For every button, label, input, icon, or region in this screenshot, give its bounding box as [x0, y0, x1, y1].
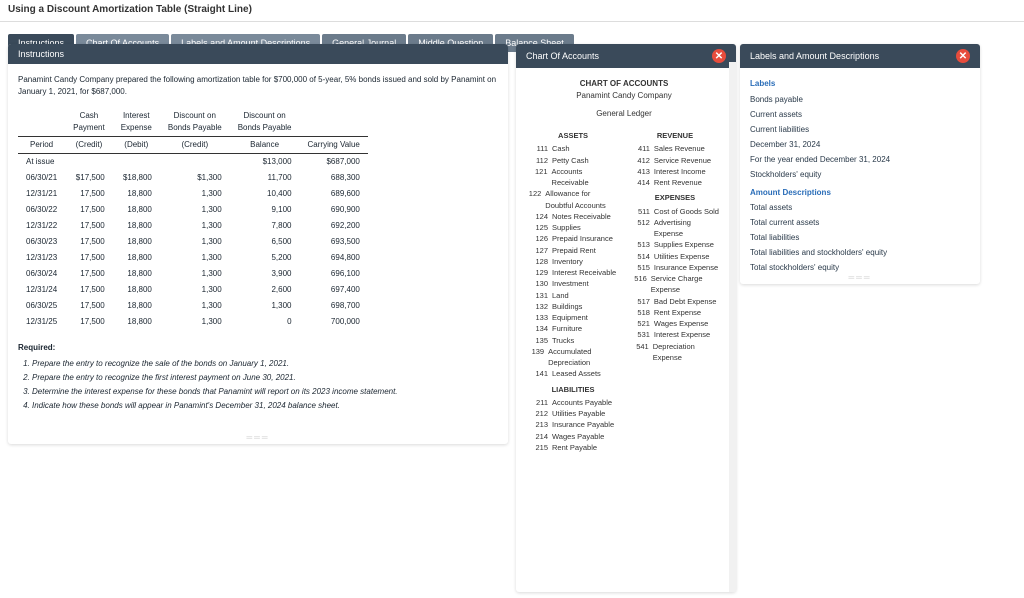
- coa-account[interactable]: 121Accounts Receivable: [526, 166, 620, 189]
- coa-header: Chart Of Accounts: [526, 51, 599, 61]
- coa-account[interactable]: 541Depreciation Expense: [628, 341, 722, 364]
- coa-account[interactable]: 134Furniture: [526, 323, 620, 334]
- coa-account[interactable]: 211Accounts Payable: [526, 397, 620, 408]
- table-row: At issue$13,000$687,000: [18, 154, 368, 171]
- expenses-heading: EXPENSES: [628, 192, 722, 203]
- coa-account[interactable]: 141Leased Assets: [526, 368, 620, 379]
- list-item: Prepare the entry to recognize the sale …: [32, 358, 498, 370]
- coa-account[interactable]: 411Sales Revenue: [628, 143, 722, 154]
- coa-account[interactable]: 511Cost of Goods Sold: [628, 206, 722, 217]
- coa-account[interactable]: 214Wages Payable: [526, 431, 620, 442]
- coa-account[interactable]: 132Buildings: [526, 301, 620, 312]
- coa-account[interactable]: 212Utilities Payable: [526, 408, 620, 419]
- revenue-heading: REVENUE: [628, 130, 722, 141]
- required-list: Prepare the entry to recognize the sale …: [18, 358, 498, 412]
- label-item[interactable]: Total current assets: [750, 217, 970, 229]
- scrollbar[interactable]: [729, 62, 736, 592]
- coa-account[interactable]: 518Rent Expense: [628, 307, 722, 318]
- divider: [0, 21, 1024, 22]
- coa-account[interactable]: 517Bad Debt Expense: [628, 296, 722, 307]
- coa-account[interactable]: 521Wages Expense: [628, 318, 722, 329]
- coa-account[interactable]: 414Rent Revenue: [628, 177, 722, 188]
- coa-account[interactable]: 125Supplies: [526, 222, 620, 233]
- coa-account[interactable]: 513Supplies Expense: [628, 239, 722, 250]
- list-item: Prepare the entry to recognize the first…: [32, 372, 498, 384]
- resize-grip[interactable]: ═══: [246, 433, 269, 442]
- amount-descriptions-heading: Amount Descriptions: [750, 187, 970, 199]
- assets-heading: ASSETS: [526, 130, 620, 141]
- labels-heading: Labels: [750, 78, 970, 90]
- resize-grip[interactable]: ═══: [848, 273, 871, 282]
- label-item[interactable]: Current liabilities: [750, 124, 970, 136]
- close-icon[interactable]: ✕: [956, 49, 970, 63]
- coa-account[interactable]: 130Investment: [526, 278, 620, 289]
- coa-account[interactable]: 412Service Revenue: [628, 155, 722, 166]
- required-title: Required:: [18, 342, 498, 354]
- label-item[interactable]: Bonds payable: [750, 94, 970, 106]
- label-item[interactable]: Stockholders' equity: [750, 169, 970, 181]
- table-row: 12/31/2217,50018,8001,3007,800692,200: [18, 218, 368, 234]
- coa-account[interactable]: 111Cash: [526, 143, 620, 154]
- coa-ledger: General Ledger: [526, 108, 722, 120]
- close-icon[interactable]: ✕: [712, 49, 726, 63]
- coa-panel: Chart Of Accounts ✕ CHART OF ACCOUNTS Pa…: [516, 44, 736, 592]
- list-item: Determine the interest expense for these…: [32, 386, 498, 398]
- coa-account[interactable]: 413Interest Income: [628, 166, 722, 177]
- liabilities-heading: LIABILITIES: [526, 384, 620, 395]
- label-item[interactable]: December 31, 2024: [750, 139, 970, 151]
- coa-account[interactable]: 135Trucks: [526, 335, 620, 346]
- coa-account[interactable]: 127Prepaid Rent: [526, 245, 620, 256]
- table-row: 06/30/21$17,500$18,800$1,30011,700688,30…: [18, 170, 368, 186]
- table-row: 06/30/2517,50018,8001,3001,300698,700: [18, 298, 368, 314]
- label-item[interactable]: Total assets: [750, 202, 970, 214]
- coa-account[interactable]: 131Land: [526, 290, 620, 301]
- coa-title: CHART OF ACCOUNTS: [526, 78, 722, 90]
- coa-account[interactable]: 122Allowance for Doubtful Accounts: [526, 188, 620, 211]
- coa-account[interactable]: 128Inventory: [526, 256, 620, 267]
- labels-panel: Labels and Amount Descriptions ✕ Labels …: [740, 44, 980, 284]
- coa-account[interactable]: 531Interest Expense: [628, 329, 722, 340]
- coa-account[interactable]: 516Service Charge Expense: [628, 273, 722, 296]
- coa-account[interactable]: 124Notes Receivable: [526, 211, 620, 222]
- table-row: 06/30/2317,50018,8001,3006,500693,500: [18, 234, 368, 250]
- labels-header: Labels and Amount Descriptions: [750, 51, 879, 61]
- coa-company: Panamint Candy Company: [526, 90, 722, 102]
- coa-account[interactable]: 215Rent Payable: [526, 442, 620, 453]
- amortization-table: CashPayment InterestExpense Discount onB…: [18, 108, 368, 330]
- label-item[interactable]: For the year ended December 31, 2024: [750, 154, 970, 166]
- coa-account[interactable]: 514Utilities Expense: [628, 251, 722, 262]
- coa-account[interactable]: 133Equipment: [526, 312, 620, 323]
- coa-account[interactable]: 512Advertising Expense: [628, 217, 722, 240]
- coa-account[interactable]: 213Insurance Payable: [526, 419, 620, 430]
- table-row: 12/31/2417,50018,8001,3002,600697,400: [18, 282, 368, 298]
- list-item: Indicate how these bonds will appear in …: [32, 400, 498, 412]
- label-item[interactable]: Current assets: [750, 109, 970, 121]
- table-row: 06/30/2217,50018,8001,3009,100690,900: [18, 202, 368, 218]
- label-item[interactable]: Total liabilities: [750, 232, 970, 244]
- coa-account[interactable]: 129Interest Receivable: [526, 267, 620, 278]
- coa-account[interactable]: 515Insurance Expense: [628, 262, 722, 273]
- coa-account[interactable]: 126Prepaid Insurance: [526, 233, 620, 244]
- coa-account[interactable]: 112Petty Cash: [526, 155, 620, 166]
- table-row: 06/30/2417,50018,8001,3003,900696,100: [18, 266, 368, 282]
- instructions-header: Instructions: [18, 49, 64, 59]
- instructions-panel: Instructions Panamint Candy Company prep…: [8, 44, 508, 444]
- table-row: 12/31/2117,50018,8001,30010,400689,600: [18, 186, 368, 202]
- page-title: Using a Discount Amortization Table (Str…: [0, 0, 1024, 19]
- table-row: 12/31/2317,50018,8001,3005,200694,800: [18, 250, 368, 266]
- instructions-intro: Panamint Candy Company prepared the foll…: [18, 74, 498, 98]
- coa-account[interactable]: 139Accumulated Depreciation: [526, 346, 620, 369]
- table-row: 12/31/2517,50018,8001,3000700,000: [18, 314, 368, 330]
- label-item[interactable]: Total liabilities and stockholders' equi…: [750, 247, 970, 259]
